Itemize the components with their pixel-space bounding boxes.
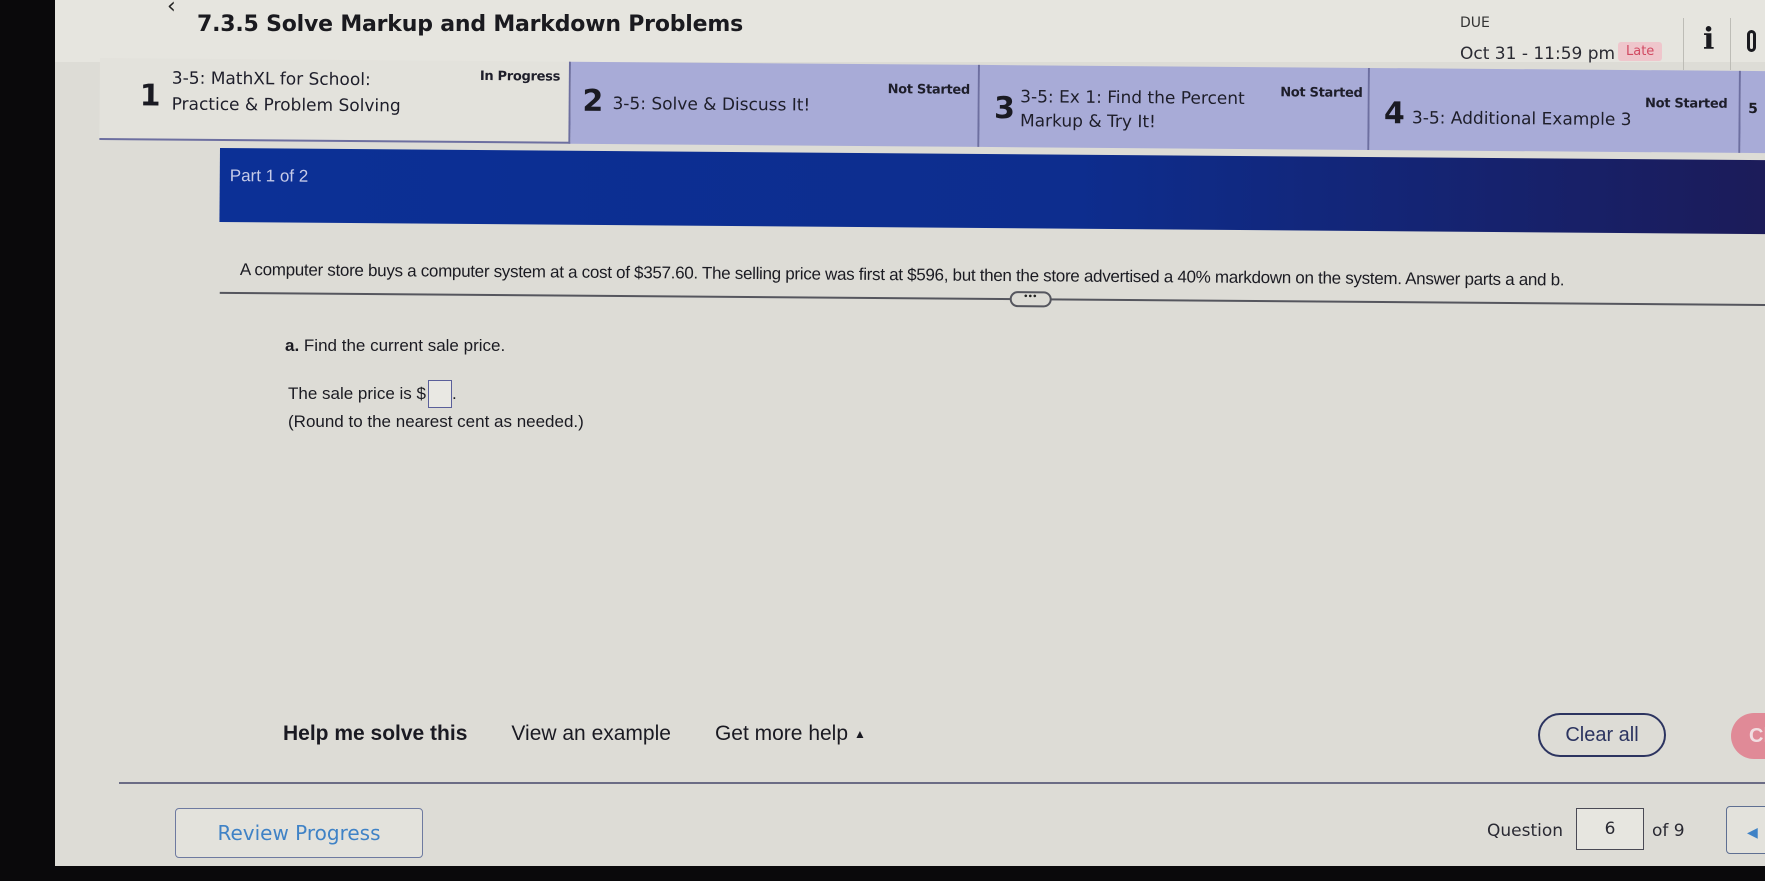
part-banner: Part 1 of 2: [219, 148, 1765, 235]
question-number: 6: [1604, 819, 1616, 839]
tab-number: 1: [139, 78, 161, 114]
tab-status: In Progress: [479, 68, 561, 85]
assignment-header: ‹ 7.3.5 Solve Markup and Markdown Proble…: [55, 0, 1765, 70]
paperclip-icon[interactable]: [1747, 30, 1756, 52]
due-date: Oct 31 - 11:59 pm: [1460, 44, 1616, 64]
question-label: Question: [1487, 821, 1564, 841]
app-screen: ‹ 7.3.5 Solve Markup and Markdown Proble…: [55, 0, 1765, 868]
back-button[interactable]: ◀Bac: [1726, 806, 1765, 854]
footer-divider: [119, 782, 1765, 784]
monitor-bezel-bottom: [0, 866, 1765, 881]
review-progress-button[interactable]: Review Progress: [175, 808, 423, 858]
tab-number: 5: [1748, 100, 1758, 118]
question-divider: [219, 291, 1765, 307]
tab-3[interactable]: 3 3-5: Ex 1: Find the Percent Markup & T…: [979, 64, 1371, 150]
tab-label: Markup & Try It!: [1019, 111, 1156, 133]
assignment-tabs: 1 3-5: MathXL for School: Practice & Pro…: [99, 58, 1765, 154]
get-more-help-label: Get more help: [714, 722, 849, 745]
question-total: of 9: [1652, 821, 1685, 841]
tab-label: 3-5: Additional Example 3: [1411, 108, 1632, 131]
tab-label: 3-5: Ex 1: Find the Percent: [1020, 87, 1245, 109]
question-stem: A computer store buys a computer system …: [219, 260, 1765, 308]
help-links: Help me solve this View an example Get m…: [283, 722, 866, 746]
tab-number: 4: [1383, 96, 1405, 132]
tab-1[interactable]: 1 3-5: MathXL for School: Practice & Pro…: [99, 58, 571, 144]
monitor-bezel-left: [0, 0, 62, 881]
tab-label: 3-5: Solve & Discuss It!: [612, 94, 811, 116]
due-label: DUE: [1460, 15, 1490, 31]
tab-status: Not Started: [1280, 85, 1363, 101]
answer-line: The sale price is $ .: [288, 380, 457, 408]
rounding-instruction: (Round to the nearest cent as needed.): [288, 412, 584, 431]
assignment-title: 7.3.5 Solve Markup and Markdown Problems: [197, 12, 743, 37]
answer-suffix: .: [451, 384, 457, 403]
late-badge: Late: [1618, 42, 1663, 61]
caret-up-icon: ▲: [854, 727, 866, 742]
part-a-text: Find the current sale price.: [303, 336, 506, 355]
check-answer-button[interactable]: Check: [1731, 713, 1765, 759]
tab-5[interactable]: 5: [1739, 70, 1765, 154]
header-divider: [1730, 18, 1731, 70]
get-more-help-menu[interactable]: Get more help ▲: [715, 722, 866, 746]
part-a-letter: a.: [285, 336, 300, 355]
part-a-prompt: a. Find the current sale price.: [285, 336, 505, 356]
sale-price-input[interactable]: [427, 380, 452, 408]
chevron-left-icon[interactable]: ‹: [167, 0, 176, 19]
tab-status: Not Started: [1644, 96, 1728, 112]
tab-label: 3-5: MathXL for School:: [171, 68, 371, 91]
answer-prefix: The sale price is $: [288, 384, 426, 403]
question-number-input[interactable]: 6: [1576, 808, 1644, 850]
tab-number: 3: [993, 91, 1016, 127]
view-example-link[interactable]: View an example: [511, 722, 671, 746]
header-divider: [1683, 18, 1684, 70]
tab-2[interactable]: 2 3-5: Solve & Discuss It! Not Started: [570, 61, 981, 147]
tab-label: Practice & Problem Solving: [171, 94, 401, 117]
triangle-left-icon: ◀: [1747, 825, 1758, 841]
expand-question-button[interactable]: •••: [1009, 291, 1052, 308]
question-text: A computer store buys a computer system …: [239, 260, 1565, 290]
tab-status: Not Started: [887, 82, 971, 98]
clear-all-button[interactable]: Clear all: [1538, 713, 1666, 757]
tab-number: 2: [582, 83, 604, 119]
help-me-solve-link[interactable]: Help me solve this: [283, 722, 467, 746]
part-label: Part 1 of 2: [229, 166, 309, 186]
tab-4[interactable]: 4 3-5: Additional Example 3 Not Started: [1369, 67, 1741, 153]
info-icon[interactable]: i: [1703, 22, 1714, 57]
